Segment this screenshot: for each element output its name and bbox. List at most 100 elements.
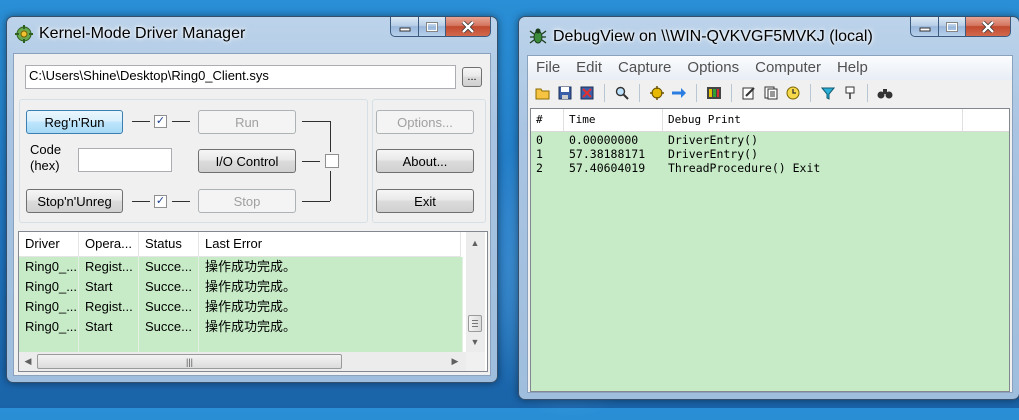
menu-file[interactable]: File: [528, 56, 568, 80]
row-time: 0.00000000: [569, 133, 639, 147]
bracket-line: [330, 171, 331, 201]
minimize-button[interactable]: [910, 17, 939, 37]
driver-cell: Ring0_...: [19, 317, 79, 337]
list-item[interactable]: 1 57.38188171 DriverEntry(): [531, 147, 963, 161]
browse-button[interactable]: ...: [462, 67, 482, 87]
connector-line: [172, 121, 190, 122]
history-icon[interactable]: [705, 84, 723, 102]
code-label-line-2: (hex): [30, 158, 60, 173]
column-header-number[interactable]: #: [531, 109, 564, 131]
autoscroll-icon[interactable]: [670, 84, 688, 102]
save-icon[interactable]: [556, 84, 574, 102]
filter-icon[interactable]: [819, 84, 837, 102]
kmdm-client: C:\Users\Shine\Desktop\Ring0_Client.sys …: [13, 53, 491, 376]
menu-help[interactable]: Help: [829, 56, 876, 80]
menu-capture[interactable]: Capture: [610, 56, 679, 80]
highlight-icon[interactable]: [740, 84, 758, 102]
column-header-last-error[interactable]: Last Error: [199, 232, 461, 256]
options-button[interactable]: Options...: [376, 110, 474, 134]
bracket-line: [302, 201, 330, 202]
column-header-status[interactable]: Status: [139, 232, 199, 256]
stop-button[interactable]: Stop: [198, 189, 296, 213]
driver-path-field[interactable]: C:\Users\Shine\Desktop\Ring0_Client.sys: [25, 65, 456, 89]
list-item[interactable]: 0 0.00000000 DriverEntry(): [531, 133, 963, 147]
stop-checkbox[interactable]: ✓: [154, 195, 167, 208]
reg-n-run-button[interactable]: Reg'n'Run: [26, 110, 123, 134]
vertical-scrollbar[interactable]: ▲ ▼: [466, 232, 485, 352]
kmdm-window: Kernel-Mode Driver Manager C:\Users\Shin…: [6, 16, 498, 383]
driver-log-list[interactable]: Driver Opera... Status Last Error Ring0_…: [18, 231, 488, 372]
scroll-right-icon[interactable]: ▶: [447, 353, 463, 369]
column-header-time[interactable]: Time: [564, 109, 663, 131]
ioctl-code-field[interactable]: [78, 148, 172, 172]
column-header-operation[interactable]: Opera...: [79, 232, 139, 256]
list-item[interactable]: 2 57.40604019 ThreadProcedure() Exit: [531, 161, 963, 175]
scroll-up-icon[interactable]: ▲: [467, 235, 483, 251]
stop-n-unreg-button[interactable]: Stop'n'Unreg: [26, 189, 123, 213]
maximize-icon: [426, 21, 438, 32]
scroll-left-icon[interactable]: ◀: [20, 353, 36, 369]
last-error-cell: 操作成功完成。: [199, 257, 463, 277]
clear-icon[interactable]: [578, 84, 596, 102]
minimize-button[interactable]: [390, 17, 419, 37]
maximize-button[interactable]: [939, 17, 966, 37]
exit-button[interactable]: Exit: [376, 189, 474, 213]
io-checkbox[interactable]: [325, 154, 339, 168]
table-row[interactable]: Ring0_... Regist... Succe... 操作成功完成。: [19, 257, 463, 277]
capture-icon[interactable]: [648, 84, 666, 102]
connector-line: [172, 201, 190, 202]
list-header: # Time Debug Print: [531, 109, 1009, 132]
clock-icon[interactable]: [784, 84, 802, 102]
row-message: DriverEntry(): [668, 133, 759, 147]
menu-computer[interactable]: Computer: [747, 56, 829, 80]
menu-edit[interactable]: Edit: [568, 56, 610, 80]
kmdm-title: Kernel-Mode Driver Manager: [39, 25, 246, 42]
connector-line: [132, 121, 150, 122]
hscroll-thumb[interactable]: |||: [37, 354, 342, 369]
operation-cell: Start: [79, 277, 139, 297]
run-button[interactable]: Run: [198, 110, 296, 134]
open-icon[interactable]: [534, 84, 552, 102]
scroll-down-icon[interactable]: ▼: [467, 334, 483, 350]
column-header-debug-print[interactable]: Debug Print: [663, 109, 963, 131]
close-button[interactable]: [966, 17, 1011, 37]
io-control-button[interactable]: I/O Control: [198, 149, 296, 173]
list-header: Driver Opera... Status Last Error: [19, 232, 461, 257]
table-row[interactable]: Ring0_... Start Succe... 操作成功完成。: [19, 277, 463, 297]
scroll-thumb[interactable]: [468, 315, 482, 332]
row-message: ThreadProcedure() Exit: [668, 161, 821, 175]
bracket-line: [302, 121, 330, 122]
maximize-icon: [946, 21, 958, 32]
find-icon[interactable]: [613, 84, 631, 102]
horizontal-scrollbar[interactable]: ◀ ||| ▶: [19, 352, 466, 371]
maximize-button[interactable]: [419, 17, 446, 37]
pin-icon[interactable]: [841, 84, 859, 102]
toolbar: [532, 81, 1008, 105]
bracket-line: [330, 121, 331, 152]
run-checkbox[interactable]: ✓: [154, 115, 167, 128]
close-button[interactable]: [446, 17, 491, 37]
status-cell: Succe...: [139, 277, 199, 297]
debugview-titlebar[interactable]: DebugView on \\WIN-QVKVGF5MVKJ (local): [519, 17, 1019, 49]
about-button[interactable]: About...: [376, 149, 474, 173]
kmdm-titlebar[interactable]: Kernel-Mode Driver Manager: [7, 17, 497, 49]
connector-line: [132, 201, 150, 202]
row-message: DriverEntry(): [668, 147, 759, 161]
operation-cell: Regist...: [79, 257, 139, 277]
last-error-cell: 操作成功完成。: [199, 317, 463, 337]
table-row[interactable]: Ring0_... Regist... Succe... 操作成功完成。: [19, 297, 463, 317]
close-icon: [981, 20, 995, 33]
table-row[interactable]: Ring0_... Start Succe... 操作成功完成。: [19, 317, 463, 337]
status-cell: Succe...: [139, 297, 199, 317]
binoculars-icon[interactable]: [876, 84, 894, 102]
menu-options[interactable]: Options: [679, 56, 747, 80]
menu-bar: File Edit Capture Options Computer Help: [528, 56, 1012, 80]
column-header-driver[interactable]: Driver: [19, 232, 79, 256]
copy-icon[interactable]: [762, 84, 780, 102]
debug-output-list[interactable]: # Time Debug Print 0 0.00000000 DriverEn…: [530, 108, 1010, 392]
minimize-icon: [399, 27, 410, 31]
row-time: 57.40604019: [569, 161, 646, 175]
driver-cell: Ring0_...: [19, 257, 79, 277]
connector-line: [302, 161, 320, 162]
row-time: 57.38188171: [569, 147, 646, 161]
